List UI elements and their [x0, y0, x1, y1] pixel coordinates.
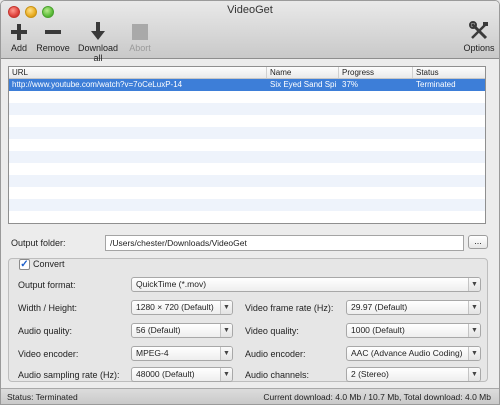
download-all-label: Download all: [77, 43, 119, 63]
tools-icon: [463, 21, 495, 41]
audio-encoder-select[interactable]: AAC (Advance Audio Coding) ▼: [346, 346, 481, 361]
output-format-select[interactable]: QuickTime (*.mov) ▼: [131, 277, 481, 292]
download-arrow-icon: [73, 21, 123, 41]
abort-button[interactable]: Abort: [127, 21, 153, 53]
row-url: http://www.youtube.com/watch?v=7oCeLuxP-…: [12, 80, 183, 89]
column-header-url[interactable]: URL: [9, 67, 267, 78]
empty-row: [9, 163, 485, 175]
row-progress: 37%: [342, 80, 359, 89]
empty-row: [9, 175, 485, 187]
plus-icon: [7, 21, 31, 41]
table-header: URL Name Progress Status: [9, 67, 485, 79]
video-encoder-label: Video encoder:: [18, 349, 79, 359]
minus-icon: [35, 21, 71, 41]
audio-quality-label: Audio quality:: [18, 326, 73, 336]
convert-label: Convert: [33, 259, 65, 269]
chevron-down-icon: ▼: [468, 347, 480, 360]
remove-button[interactable]: Remove: [35, 21, 71, 53]
audio-channels-select[interactable]: 2 (Stereo) ▼: [346, 367, 481, 382]
output-format-value: QuickTime (*.mov): [136, 279, 207, 289]
video-quality-label: Video quality:: [245, 326, 299, 336]
audio-channels-value: 2 (Stereo): [351, 369, 389, 379]
download-summary: Current download: 4.0 Mb / 10.7 Mb, Tota…: [263, 392, 491, 402]
videoget-window: VideoGet Add Remove Download all Abort O…: [0, 0, 500, 405]
download-table[interactable]: URL Name Progress Status http://www.yout…: [8, 66, 486, 224]
add-button[interactable]: Add: [7, 21, 31, 53]
empty-row: [9, 139, 485, 151]
audio-quality-select[interactable]: 56 (Default) ▼: [131, 323, 233, 338]
window-title: VideoGet: [227, 4, 273, 16]
abort-label: Abort: [129, 43, 151, 53]
empty-row: [9, 151, 485, 163]
empty-row: [9, 199, 485, 211]
width-height-select[interactable]: 1280 × 720 (Default) ▼: [131, 300, 233, 315]
options-button[interactable]: Options: [463, 21, 495, 53]
empty-row: [9, 211, 485, 223]
width-height-value: 1280 × 720 (Default): [136, 302, 214, 312]
video-frame-rate-label: Video frame rate (Hz):: [245, 303, 334, 313]
chevron-down-icon: ▼: [220, 368, 232, 381]
options-label: Options: [463, 43, 495, 53]
remove-label: Remove: [36, 43, 70, 53]
stop-icon: [127, 21, 153, 41]
chevron-down-icon: ▼: [468, 324, 480, 337]
video-frame-rate-select[interactable]: 29.97 (Default) ▼: [346, 300, 481, 315]
audio-channels-label: Audio channels:: [245, 370, 310, 380]
chevron-down-icon: ▼: [468, 368, 480, 381]
audio-encoder-value: AAC (Advance Audio Coding): [351, 348, 463, 358]
browse-button[interactable]: ...: [468, 235, 488, 249]
convert-checkbox[interactable]: ✓: [19, 259, 30, 270]
column-header-status[interactable]: Status: [413, 67, 485, 78]
chevron-down-icon: ▼: [220, 347, 232, 360]
chevron-down-icon: ▼: [468, 278, 480, 291]
empty-row: [9, 91, 485, 103]
width-height-label: Width / Height:: [18, 303, 78, 313]
empty-row: [9, 187, 485, 199]
chevron-down-icon: ▼: [220, 301, 232, 314]
empty-row: [9, 127, 485, 139]
video-encoder-select[interactable]: MPEG-4 ▼: [131, 346, 233, 361]
video-frame-rate-value: 29.97 (Default): [351, 302, 408, 312]
output-folder-label: Output folder:: [11, 238, 66, 248]
chevron-down-icon: ▼: [220, 324, 232, 337]
column-header-progress[interactable]: Progress: [339, 67, 413, 78]
table-row[interactable]: http://www.youtube.com/watch?v=7oCeLuxP-…: [9, 79, 485, 91]
output-folder-field[interactable]: /Users/chester/Downloads/VideoGet: [105, 235, 464, 251]
audio-sampling-rate-select[interactable]: 48000 (Default) ▼: [131, 367, 233, 382]
chevron-down-icon: ▼: [468, 301, 480, 314]
audio-sampling-rate-label: Audio sampling rate (Hz):: [18, 370, 120, 380]
video-quality-select[interactable]: 1000 (Default) ▼: [346, 323, 481, 338]
status-bar: Status: Terminated Current download: 4.0…: [1, 388, 499, 404]
empty-row: [9, 103, 485, 115]
download-all-button[interactable]: Download all: [73, 21, 123, 63]
column-header-name[interactable]: Name: [267, 67, 339, 78]
title-toolbar: VideoGet Add Remove Download all Abort O…: [1, 1, 499, 63]
video-quality-value: 1000 (Default): [351, 325, 405, 335]
empty-row: [9, 115, 485, 127]
audio-sampling-rate-value: 48000 (Default): [136, 369, 195, 379]
audio-encoder-label: Audio encoder:: [245, 349, 306, 359]
video-encoder-value: MPEG-4: [136, 348, 169, 358]
add-label: Add: [10, 43, 27, 53]
row-name: Six Eyed Sand Spi: [270, 80, 337, 89]
output-format-label: Output format:: [18, 280, 76, 290]
row-status: Terminated: [416, 80, 456, 89]
status-text: Status: Terminated: [7, 392, 78, 402]
audio-quality-value: 56 (Default): [136, 325, 181, 335]
